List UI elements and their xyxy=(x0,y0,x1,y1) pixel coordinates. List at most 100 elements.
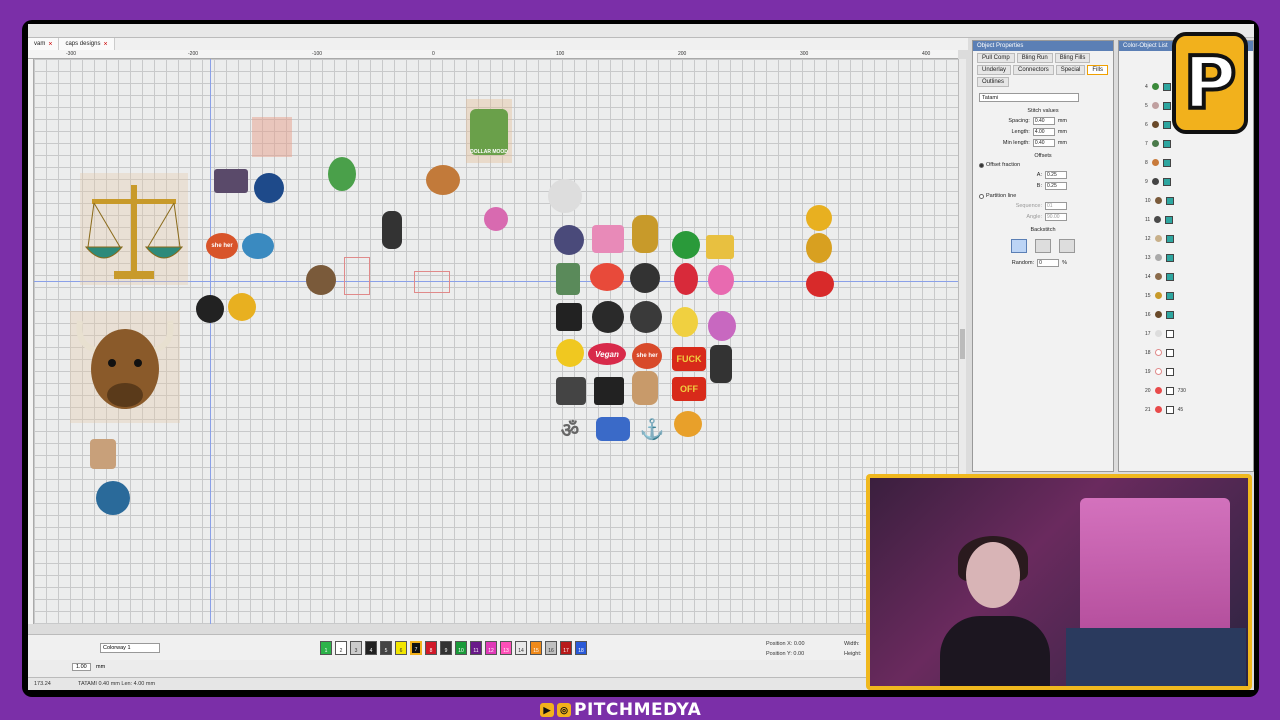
scales-of-justice-design[interactable] xyxy=(82,177,186,283)
lion-patch[interactable] xyxy=(806,233,832,263)
tennis-patch[interactable] xyxy=(806,205,832,231)
guide-line-vertical[interactable] xyxy=(210,59,211,624)
palette-color[interactable]: 18 xyxy=(575,641,587,655)
zoom-input[interactable]: 1.00 xyxy=(72,663,91,671)
torso-patch[interactable] xyxy=(252,117,292,157)
tab-underlay[interactable]: Underlay xyxy=(977,65,1012,75)
dollar-mood-patch[interactable]: DOLLAR MOOD xyxy=(470,109,508,155)
she-her-patch[interactable]: she her xyxy=(206,233,238,259)
list-item[interactable]: 9 xyxy=(1125,172,1245,191)
offset-fraction-radio[interactable]: Offset fraction xyxy=(979,162,1107,168)
he-him-patch[interactable] xyxy=(242,233,274,259)
tab-caps-designs[interactable]: caps designs × xyxy=(59,38,115,50)
selection-box[interactable] xyxy=(414,271,450,293)
palette-color[interactable]: 13 xyxy=(500,641,512,655)
coffee-cup-patch[interactable] xyxy=(426,165,460,195)
bike-patch[interactable] xyxy=(630,263,660,293)
spacing-input[interactable]: 0.40 xyxy=(1032,117,1055,125)
palette-color[interactable]: 16 xyxy=(545,641,557,655)
partition-line-radio[interactable]: Partition line xyxy=(979,193,1107,199)
pizza-patch[interactable] xyxy=(674,411,702,437)
random-input[interactable]: 0 xyxy=(1037,259,1060,267)
list-item[interactable]: 18 xyxy=(1125,343,1245,362)
microphone-patch[interactable] xyxy=(382,211,402,249)
design-canvas[interactable]: DOLLAR MOOD she her Vegan she her FUCK O… xyxy=(34,59,958,624)
palette-color[interactable]: 6 xyxy=(395,641,407,655)
ram-patch[interactable] xyxy=(306,265,336,295)
tab-special[interactable]: Special xyxy=(1055,65,1086,75)
fill-type-select[interactable]: Tatami xyxy=(979,93,1079,102)
tab-vam[interactable]: vam × xyxy=(28,38,60,50)
smiley-patch[interactable] xyxy=(556,339,584,367)
list-item[interactable]: 16 xyxy=(1125,305,1245,324)
cocktail-patch[interactable] xyxy=(674,263,698,295)
tab-outlines[interactable]: Outlines xyxy=(977,77,1010,87)
hands-patch[interactable] xyxy=(554,225,584,255)
palette-color[interactable]: 8 xyxy=(425,641,437,655)
om-patch[interactable]: ॐ xyxy=(554,413,586,445)
bull-head-design[interactable] xyxy=(74,317,176,413)
piano-patch[interactable] xyxy=(706,235,734,259)
close-icon[interactable]: × xyxy=(103,41,107,48)
tab-pull-comp[interactable]: Pull Comp xyxy=(977,53,1015,63)
gameboy-patch[interactable] xyxy=(556,263,580,295)
backstitch-option-1[interactable] xyxy=(1011,239,1027,253)
rainbow-patch[interactable] xyxy=(590,263,624,291)
clover-patch[interactable] xyxy=(672,231,700,259)
surf-patch[interactable] xyxy=(632,215,658,253)
off-patch[interactable]: OFF xyxy=(672,377,706,401)
list-item[interactable]: 11 xyxy=(1125,210,1245,229)
vegan-patch[interactable]: Vegan xyxy=(588,343,626,365)
tab-bling-fills[interactable]: Bling Fills xyxy=(1054,53,1091,63)
palette-color[interactable]: 15 xyxy=(530,641,542,655)
burst-patch-dark[interactable] xyxy=(196,295,224,323)
flower-patch[interactable] xyxy=(708,265,734,295)
banana-patch[interactable] xyxy=(672,307,698,337)
twins-patch[interactable] xyxy=(90,439,116,469)
burst-patch-yellow[interactable] xyxy=(228,293,256,321)
tab-connectors[interactable]: Connectors xyxy=(1013,65,1054,75)
backstitch-option-3[interactable] xyxy=(1059,239,1075,253)
scrollbar-thumb[interactable] xyxy=(960,329,965,359)
broccoli-patch[interactable] xyxy=(328,157,356,191)
min-length-input[interactable]: 0.40 xyxy=(1032,139,1055,147)
offset-b-input[interactable]: 0.25 xyxy=(1045,182,1067,190)
list-item[interactable]: 14 xyxy=(1125,267,1245,286)
palette-color[interactable]: 3 xyxy=(350,641,362,655)
paw-patch[interactable] xyxy=(630,301,662,333)
fuck-patch[interactable]: FUCK xyxy=(672,347,706,371)
length-input[interactable]: 4.00 xyxy=(1032,128,1055,136)
position-x-value[interactable]: 0.00 xyxy=(794,641,805,647)
list-item[interactable]: 7 xyxy=(1125,134,1245,153)
offset-a-input[interactable]: 0.25 xyxy=(1045,171,1067,179)
palette-color[interactable]: 12 xyxy=(485,641,497,655)
sequence-input[interactable]: 01 xyxy=(1045,202,1067,210)
face-patch[interactable] xyxy=(592,225,624,253)
palette-color[interactable]: 7 xyxy=(410,641,422,655)
list-item[interactable]: 15 xyxy=(1125,286,1245,305)
palette-color[interactable]: 1 xyxy=(320,641,332,655)
phone-patch[interactable] xyxy=(710,345,732,383)
list-item[interactable]: 17 xyxy=(1125,324,1245,343)
van-patch[interactable] xyxy=(596,417,630,441)
crab-patch[interactable] xyxy=(806,271,834,297)
angle-input[interactable]: 90.00 xyxy=(1045,213,1067,221)
unicorn-patch[interactable] xyxy=(708,311,736,341)
colorway-select[interactable]: Colorway 1 xyxy=(100,643,160,653)
tab-bling-run[interactable]: Bling Run xyxy=(1016,53,1053,63)
backstitch-option-2[interactable] xyxy=(1035,239,1051,253)
position-y-value[interactable]: 0.00 xyxy=(793,651,804,657)
monster-patch[interactable] xyxy=(484,207,508,231)
tab-fills[interactable]: Fills xyxy=(1087,65,1109,75)
list-item[interactable]: 19 xyxy=(1125,362,1245,381)
cat-patch[interactable] xyxy=(592,301,624,333)
list-item[interactable]: 10 xyxy=(1125,191,1245,210)
she-her-patch-2[interactable]: she her xyxy=(632,343,662,369)
palette-color[interactable]: 2 xyxy=(335,641,347,655)
palette-color[interactable]: 14 xyxy=(515,641,527,655)
palette-color[interactable]: 10 xyxy=(455,641,467,655)
floppy-disk-patch[interactable] xyxy=(556,303,582,331)
list-item[interactable]: 8 xyxy=(1125,153,1245,172)
list-item[interactable]: 20 730 xyxy=(1125,381,1245,400)
world-patch[interactable] xyxy=(96,481,130,515)
